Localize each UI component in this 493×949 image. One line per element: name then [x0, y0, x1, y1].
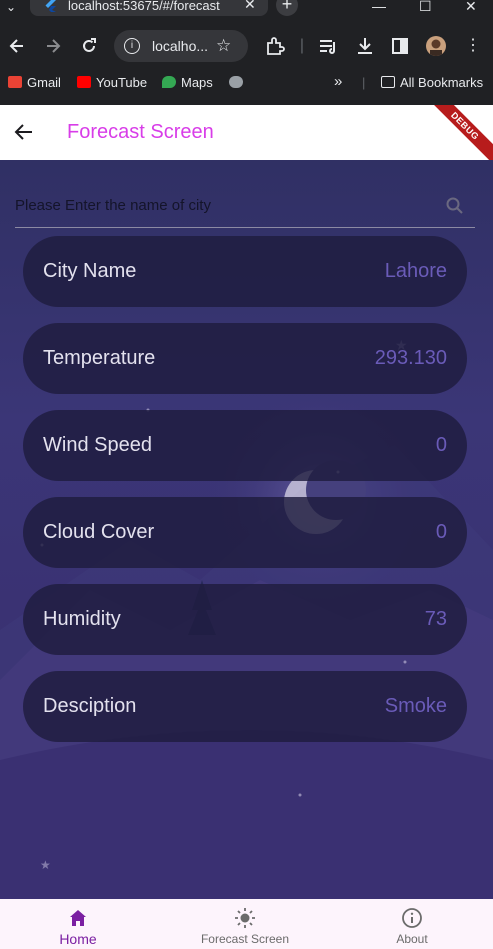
card-value: 293.130 [374, 347, 447, 369]
maximize-icon[interactable]: ☐ [419, 0, 432, 15]
download-icon[interactable] [355, 36, 375, 56]
card-value: Lahore [384, 260, 447, 282]
youtube-icon [77, 76, 91, 88]
browser-chrome: ⌄ localhost:53675/#/forecast ✕ + — ☐ ✕ i… [0, 0, 493, 105]
description-card: Desciption Smoke [23, 671, 467, 742]
card-value: Smoke [384, 695, 447, 717]
nav-about-label: About [396, 932, 428, 946]
folder-icon [381, 76, 395, 88]
card-label: City Name [43, 260, 137, 282]
bookmark-maps[interactable]: Maps [162, 75, 213, 90]
tab-list-icon[interactable]: ⌄ [6, 0, 16, 14]
toolbar-divider: | [299, 37, 305, 54]
side-panel-icon[interactable] [390, 36, 410, 56]
card-label: Temperature [43, 347, 156, 369]
card-label: Wind Speed [43, 434, 152, 456]
window-close-icon[interactable]: ✕ [465, 0, 477, 15]
forecast-content: ★ ★ Please Enter the name of city City N… [0, 160, 493, 899]
bookmarks-bar: Gmail YouTube Maps » | All Bookmarks [0, 70, 493, 98]
nav-home-label: Home [59, 931, 97, 947]
card-value: 0 [435, 521, 447, 543]
new-tab-icon[interactable]: + [276, 0, 298, 16]
home-icon [70, 910, 86, 926]
reading-list-icon[interactable] [318, 36, 338, 56]
card-label: Cloud Cover [43, 521, 155, 543]
forward-icon[interactable] [43, 36, 63, 56]
bookmarks-overflow-icon[interactable]: » [334, 73, 342, 90]
all-bookmarks[interactable]: All Bookmarks [381, 75, 483, 90]
browser-tab[interactable]: localhost:53675/#/forecast ✕ [30, 0, 268, 16]
search-placeholder[interactable]: Please Enter the name of city [15, 197, 211, 214]
page-title: Forecast Screen [67, 121, 214, 143]
back-icon[interactable] [7, 36, 27, 56]
app-bar: Forecast Screen DEBUG [0, 105, 493, 165]
cloud-cover-card: Cloud Cover 0 [23, 497, 467, 568]
info-icon [402, 908, 422, 928]
profile-avatar[interactable] [426, 36, 446, 56]
humidity-card: Humidity 73 [23, 584, 467, 655]
nav-home[interactable]: Home [18, 899, 138, 949]
globe-icon [229, 76, 243, 88]
city-name-card: City Name Lahore [23, 236, 467, 307]
site-info-icon[interactable]: i [124, 38, 140, 54]
reload-icon[interactable] [79, 36, 99, 56]
address-text[interactable]: localho... [152, 38, 208, 54]
nav-forecast[interactable]: Forecast Screen [185, 899, 305, 949]
card-label: Desciption [43, 695, 137, 717]
city-search-field[interactable]: Please Enter the name of city [15, 188, 475, 228]
address-bar[interactable]: i localho... ☆ [114, 30, 248, 62]
tab-title: localhost:53675/#/forecast [68, 0, 220, 13]
card-label: Humidity [43, 608, 121, 630]
wind-speed-card: Wind Speed 0 [23, 410, 467, 481]
sun-icon [235, 908, 255, 928]
bookmark-gmail[interactable]: Gmail [8, 75, 61, 90]
card-value: 0 [435, 434, 447, 456]
bottom-navigation: Home Forecast Screen About [0, 899, 493, 949]
card-value: 73 [424, 608, 447, 630]
nav-forecast-label: Forecast Screen [200, 932, 290, 946]
svg-text:★: ★ [40, 858, 51, 872]
bookmarks-divider: | [362, 75, 366, 90]
search-icon[interactable] [445, 196, 465, 216]
tab-close-icon[interactable]: ✕ [244, 0, 256, 13]
back-arrow-icon[interactable] [12, 120, 36, 144]
maps-icon [162, 76, 176, 88]
nav-about[interactable]: About [352, 899, 472, 949]
debug-label: DEBUG [433, 105, 493, 165]
menu-kebab-icon[interactable]: ⋮ [463, 36, 483, 56]
browser-toolbar: i localho... ☆ | ⋮ [0, 28, 493, 64]
gmail-icon [8, 76, 22, 88]
bookmark-youtube[interactable]: YouTube [77, 75, 147, 90]
bookmark-star-icon[interactable]: ☆ [216, 36, 231, 56]
minimize-icon[interactable]: — [372, 0, 386, 14]
temperature-card: Temperature 293.130 [23, 323, 467, 394]
bookmark-globe[interactable] [229, 75, 248, 90]
tab-bar: ⌄ localhost:53675/#/forecast ✕ + — ☐ ✕ [0, 0, 493, 16]
flutter-favicon-icon [45, 0, 56, 12]
extensions-icon[interactable] [265, 36, 285, 56]
debug-banner: DEBUG [433, 105, 493, 165]
